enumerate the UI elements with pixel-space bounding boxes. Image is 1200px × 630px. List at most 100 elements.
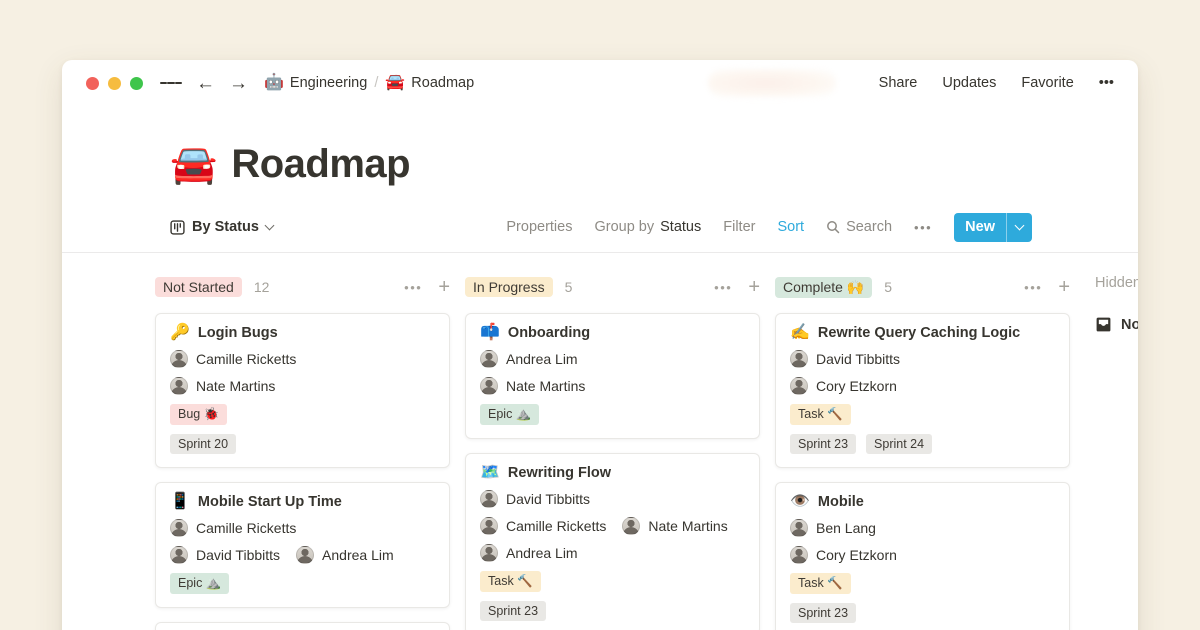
person-name: David Tibbitts bbox=[816, 351, 900, 367]
card-person-row: David Tibbitts Andrea Lim bbox=[170, 546, 435, 564]
person-nate-martins: Nate Martins bbox=[170, 377, 275, 395]
minimize-window-button[interactable] bbox=[108, 77, 121, 90]
board-card-mobile-start-up-time[interactable]: 📱 Mobile Start Up Time Camille Ricketts Dav… bbox=[155, 482, 450, 608]
card-title: Rewriting Flow bbox=[508, 465, 611, 481]
person-andrea-lim: Andrea Lim bbox=[480, 350, 578, 368]
column-status-pill[interactable]: Complete 🙌 bbox=[775, 277, 872, 298]
person-ben-lang: Ben Lang bbox=[790, 519, 876, 537]
board-card-login-bugs[interactable]: 🔑Login BugsCamille RickettsNate MartinsB… bbox=[155, 313, 450, 468]
zoom-window-button[interactable] bbox=[130, 77, 143, 90]
avatar bbox=[170, 519, 188, 537]
board-card-error-codes[interactable]: ‼️Error Codes bbox=[155, 622, 450, 630]
avatar bbox=[790, 377, 808, 395]
breadcrumb-separator: / bbox=[374, 75, 378, 91]
more-options-icon[interactable]: ••• bbox=[1099, 75, 1114, 91]
card-title: Mobile bbox=[818, 494, 864, 510]
column-header: In Progress5•••+ bbox=[465, 273, 760, 301]
column-add-icon[interactable]: + bbox=[438, 277, 450, 297]
board-column-not-started: Not Started12•••+🔑Login BugsCamille Rick… bbox=[155, 273, 450, 630]
column-add-icon[interactable]: + bbox=[1058, 277, 1070, 297]
new-button-label: New bbox=[954, 213, 1006, 242]
titlebar: ← → 🤖 Engineering / 🚘 Roadmap Share Updat… bbox=[62, 60, 1138, 106]
card-person-row: Cory Etzkorn bbox=[790, 546, 1055, 564]
avatar bbox=[480, 377, 498, 395]
card-title: Mobile Start Up Time bbox=[198, 494, 342, 510]
new-dropdown-button[interactable] bbox=[1007, 213, 1032, 242]
titlebar-action-favorite[interactable]: Favorite bbox=[1021, 75, 1073, 91]
toolbar-item-search[interactable]: Search bbox=[826, 219, 892, 235]
page-title[interactable]: Roadmap bbox=[231, 142, 410, 187]
new-button[interactable]: New bbox=[954, 213, 1032, 242]
toolbar-item-label: ••• bbox=[914, 220, 932, 235]
avatar bbox=[790, 350, 808, 368]
column-status-pill[interactable]: Not Started bbox=[155, 277, 242, 297]
card-person-row: Ben Lang bbox=[790, 519, 1055, 537]
toolbar-item-group-by-status[interactable]: Group by Status bbox=[594, 219, 701, 235]
avatar bbox=[170, 350, 188, 368]
column-more-icon[interactable]: ••• bbox=[1024, 280, 1042, 295]
board-card-rewriting-flow[interactable]: 🗺️Rewriting FlowDavid TibbittsCamille Ri… bbox=[465, 453, 760, 630]
breadcrumb-workspace[interactable]: 🤖 Engineering bbox=[264, 75, 367, 91]
board-card-mobile[interactable]: 👁️ Mobile Ben Lang Cory Etzkorn Task 🔨 Sprint… bbox=[775, 482, 1070, 630]
person-name: Cory Etzkorn bbox=[816, 378, 897, 394]
toolbar-item-sort[interactable]: Sort bbox=[777, 219, 804, 235]
card-title-row: 📱 Mobile Start Up Time bbox=[170, 494, 435, 510]
person-david-tibbitts: David Tibbitts bbox=[170, 546, 280, 564]
hidden-group-label: No bbox=[1121, 317, 1138, 333]
titlebar-action-updates[interactable]: Updates bbox=[942, 75, 996, 91]
sidebar-menu-icon[interactable] bbox=[160, 80, 182, 87]
toolbar-more-icon[interactable]: ••• bbox=[914, 220, 932, 235]
hidden-group-no-status[interactable]: No bbox=[1085, 316, 1138, 333]
person-name: Ben Lang bbox=[816, 520, 876, 536]
search-icon bbox=[826, 220, 840, 234]
card-tag-row: Task 🔨 bbox=[790, 573, 1055, 594]
toolbar-item-filter[interactable]: Filter bbox=[723, 219, 755, 235]
person-name: Andrea Lim bbox=[322, 547, 394, 563]
person-name: David Tibbitts bbox=[196, 547, 280, 563]
board-card-onboarding[interactable]: 📫OnboardingAndrea LimNate MartinsEpic ⛰️ bbox=[465, 313, 760, 439]
card-person-row: Camille Ricketts bbox=[170, 350, 435, 368]
person-name: Andrea Lim bbox=[506, 545, 578, 561]
card-icon: 👁️ bbox=[790, 494, 810, 510]
column-add-icon[interactable]: + bbox=[748, 277, 760, 297]
avatar bbox=[480, 544, 498, 562]
person-david-tibbitts: David Tibbitts bbox=[790, 350, 900, 368]
card-title-row: ✍️Rewrite Query Caching Logic bbox=[790, 325, 1055, 341]
toolbar-item-label: Search bbox=[846, 219, 892, 235]
breadcrumb-page[interactable]: 🚘 Roadmap bbox=[385, 75, 474, 91]
column-more-icon[interactable]: ••• bbox=[404, 280, 422, 295]
tag-task: Task 🔨 bbox=[480, 571, 541, 592]
card-tag-row: Sprint 23 bbox=[790, 603, 1055, 623]
person-camille-ricketts: Camille Ricketts bbox=[170, 519, 296, 537]
titlebar-action-share[interactable]: Share bbox=[879, 75, 918, 91]
person-nate-martins: Nate Martins bbox=[480, 377, 585, 395]
person-name: David Tibbitts bbox=[506, 491, 590, 507]
column-actions: ••• + bbox=[404, 277, 450, 297]
column-cards: 🔑Login BugsCamille RickettsNate MartinsB… bbox=[155, 313, 450, 630]
back-arrow-icon[interactable]: ← bbox=[196, 74, 215, 93]
hidden-columns-section: HiddenNo bbox=[1085, 273, 1138, 333]
person-name: Camille Ricketts bbox=[196, 520, 296, 536]
person-andrea-lim: Andrea Lim bbox=[480, 544, 578, 562]
view-switcher[interactable]: By Status bbox=[170, 219, 273, 235]
tag-epic: Epic ⛰️ bbox=[480, 404, 539, 425]
column-more-icon[interactable]: ••• bbox=[714, 280, 732, 295]
column-header: Complete 🙌5•••+ bbox=[775, 273, 1070, 301]
card-icon: 📱 bbox=[170, 494, 190, 510]
toolbar-item-properties[interactable]: Properties bbox=[506, 219, 572, 235]
avatar bbox=[790, 546, 808, 564]
tag-task: Task 🔨 bbox=[790, 404, 851, 425]
card-title: Rewrite Query Caching Logic bbox=[818, 325, 1020, 341]
board-card-rewrite-query-caching-logic[interactable]: ✍️Rewrite Query Caching Logic David Tibbi… bbox=[775, 313, 1070, 468]
person-camille-ricketts: Camille Ricketts bbox=[480, 517, 606, 535]
forward-arrow-icon[interactable]: → bbox=[229, 74, 248, 93]
card-person-row: Nate Martins bbox=[480, 377, 745, 395]
column-status-pill[interactable]: In Progress bbox=[465, 277, 553, 297]
page-name: Roadmap bbox=[411, 75, 474, 91]
page-icon[interactable]: 🚘 bbox=[170, 146, 217, 184]
close-window-button[interactable] bbox=[86, 77, 99, 90]
breadcrumb: 🤖 Engineering / 🚘 Roadmap bbox=[264, 75, 474, 91]
avatar bbox=[480, 517, 498, 535]
card-tag-row: Epic ⛰️ bbox=[480, 404, 745, 425]
tag-sprint-23: Sprint 23 bbox=[790, 434, 856, 454]
